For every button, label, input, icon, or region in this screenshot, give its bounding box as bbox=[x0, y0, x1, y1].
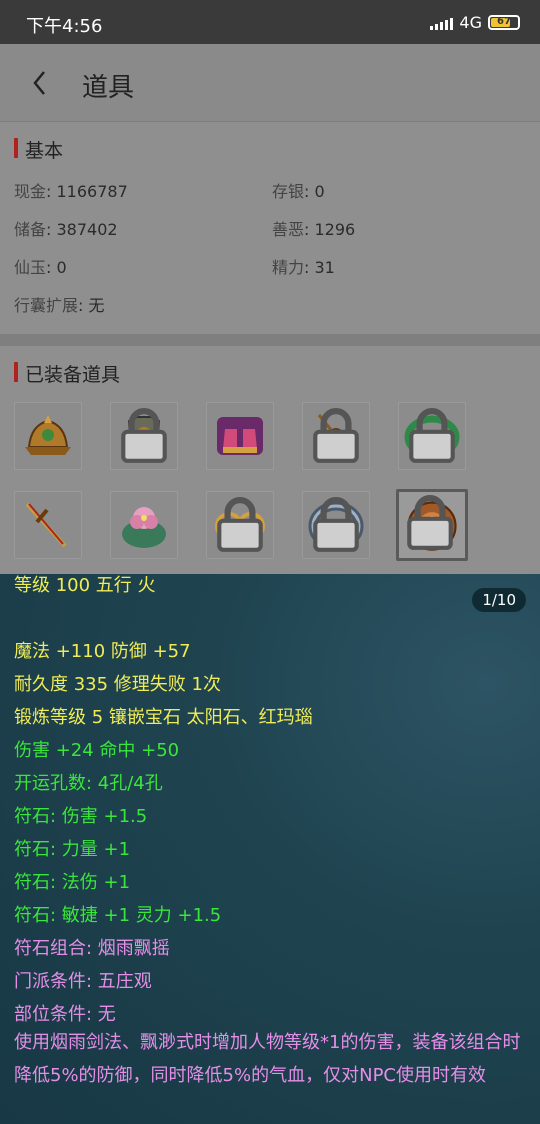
equip-slot-pendant[interactable] bbox=[302, 402, 370, 470]
stat-cash: 现金: 1166787 bbox=[14, 182, 128, 201]
tooltip-level: 等级 100 五行 火 bbox=[14, 575, 156, 596]
lock-icon bbox=[121, 408, 167, 463]
lock-icon bbox=[313, 408, 359, 463]
stat-bag-expansion: 行囊扩展: 无 bbox=[14, 296, 105, 315]
lock-icon bbox=[217, 497, 263, 552]
equip-slot-armor[interactable] bbox=[110, 402, 178, 470]
lock-icon bbox=[409, 408, 455, 463]
stat-reserve: 储备: 387402 bbox=[14, 220, 118, 239]
stat-jade: 仙玉: 0 bbox=[14, 258, 67, 277]
helmet-icon bbox=[25, 415, 71, 455]
lock-icon bbox=[407, 495, 453, 550]
tooltip-forge: 锻炼等级 5 镶嵌宝石 太阳石、红玛瑙 bbox=[14, 707, 313, 728]
signal-icon bbox=[430, 16, 454, 30]
status-time: 下午4:56 bbox=[26, 16, 103, 37]
equip-slot-ring[interactable] bbox=[302, 491, 370, 559]
sword-icon bbox=[25, 502, 67, 548]
stat-karma: 善恶: 1296 bbox=[272, 220, 356, 239]
status-indicators: 4G 67 bbox=[430, 13, 520, 32]
tooltip-rune-4: 符石: 敏捷 +1 灵力 +1.5 bbox=[14, 905, 222, 926]
tooltip-rune-1: 符石: 伤害 +1.5 bbox=[14, 806, 148, 827]
basic-section: 基本 现金: 1166787 存银: 0 储备: 387402 善恶: 1296… bbox=[0, 122, 540, 334]
network-label: 4G bbox=[459, 13, 482, 32]
page-title: 道具 bbox=[82, 73, 135, 103]
equipped-section: 已装备道具 bbox=[0, 346, 540, 574]
battery-icon: 67 bbox=[488, 15, 520, 30]
equipped-section-title: 已装备道具 bbox=[14, 360, 120, 387]
back-arrow-icon[interactable] bbox=[28, 68, 54, 98]
stat-deposit: 存银: 0 bbox=[272, 182, 325, 201]
battery-level: 67 bbox=[497, 16, 511, 27]
jade-flower-icon bbox=[122, 507, 166, 548]
tooltip-durability: 耐久度 335 修理失败 1次 bbox=[14, 674, 221, 695]
app-header: 道具 bbox=[0, 44, 540, 122]
equip-slot-helmet[interactable] bbox=[14, 402, 82, 470]
lock-icon bbox=[313, 497, 359, 552]
equip-slot-belt[interactable] bbox=[398, 402, 466, 470]
section-divider bbox=[0, 334, 540, 346]
tooltip-rune-combo: 符石组合: 烟雨飘摇 bbox=[14, 938, 170, 959]
equip-slot-earrings[interactable] bbox=[206, 491, 274, 559]
tooltip-school-requirement: 门派条件: 五庄观 bbox=[14, 971, 152, 992]
basic-section-title: 基本 bbox=[14, 136, 63, 163]
equip-slot-sword[interactable] bbox=[14, 491, 82, 559]
item-tooltip: 等级 100 五行 火 1/10 魔法 +110 防御 +57 耐久度 335 … bbox=[0, 574, 540, 1124]
tooltip-description: 使用烟雨剑法、飘渺式时增加人物等级*1的伤害，装备该组合时降低5%的防御，同时降… bbox=[14, 1032, 521, 1086]
equip-slot-boots[interactable] bbox=[206, 402, 274, 470]
tooltip-damage: 伤害 +24 命中 +50 bbox=[14, 740, 180, 761]
tooltip-position-requirement: 部位条件: 无 bbox=[14, 1004, 116, 1025]
equip-slot-jade[interactable] bbox=[110, 491, 178, 559]
status-bar: 下午4:56 4G 67 bbox=[0, 0, 540, 44]
stat-energy: 精力: 31 bbox=[272, 258, 335, 277]
tooltip-slots: 开运孔数: 4孔/4孔 bbox=[14, 773, 163, 794]
boots-icon bbox=[217, 417, 263, 455]
tooltip-rune-3: 符石: 法伤 +1 bbox=[14, 872, 131, 893]
tooltip-rune-2: 符石: 力量 +1 bbox=[14, 839, 131, 860]
equip-slot-medallion[interactable] bbox=[396, 489, 468, 561]
tooltip-magic: 魔法 +110 防御 +57 bbox=[14, 641, 191, 662]
tooltip-pager: 1/10 bbox=[472, 588, 526, 612]
